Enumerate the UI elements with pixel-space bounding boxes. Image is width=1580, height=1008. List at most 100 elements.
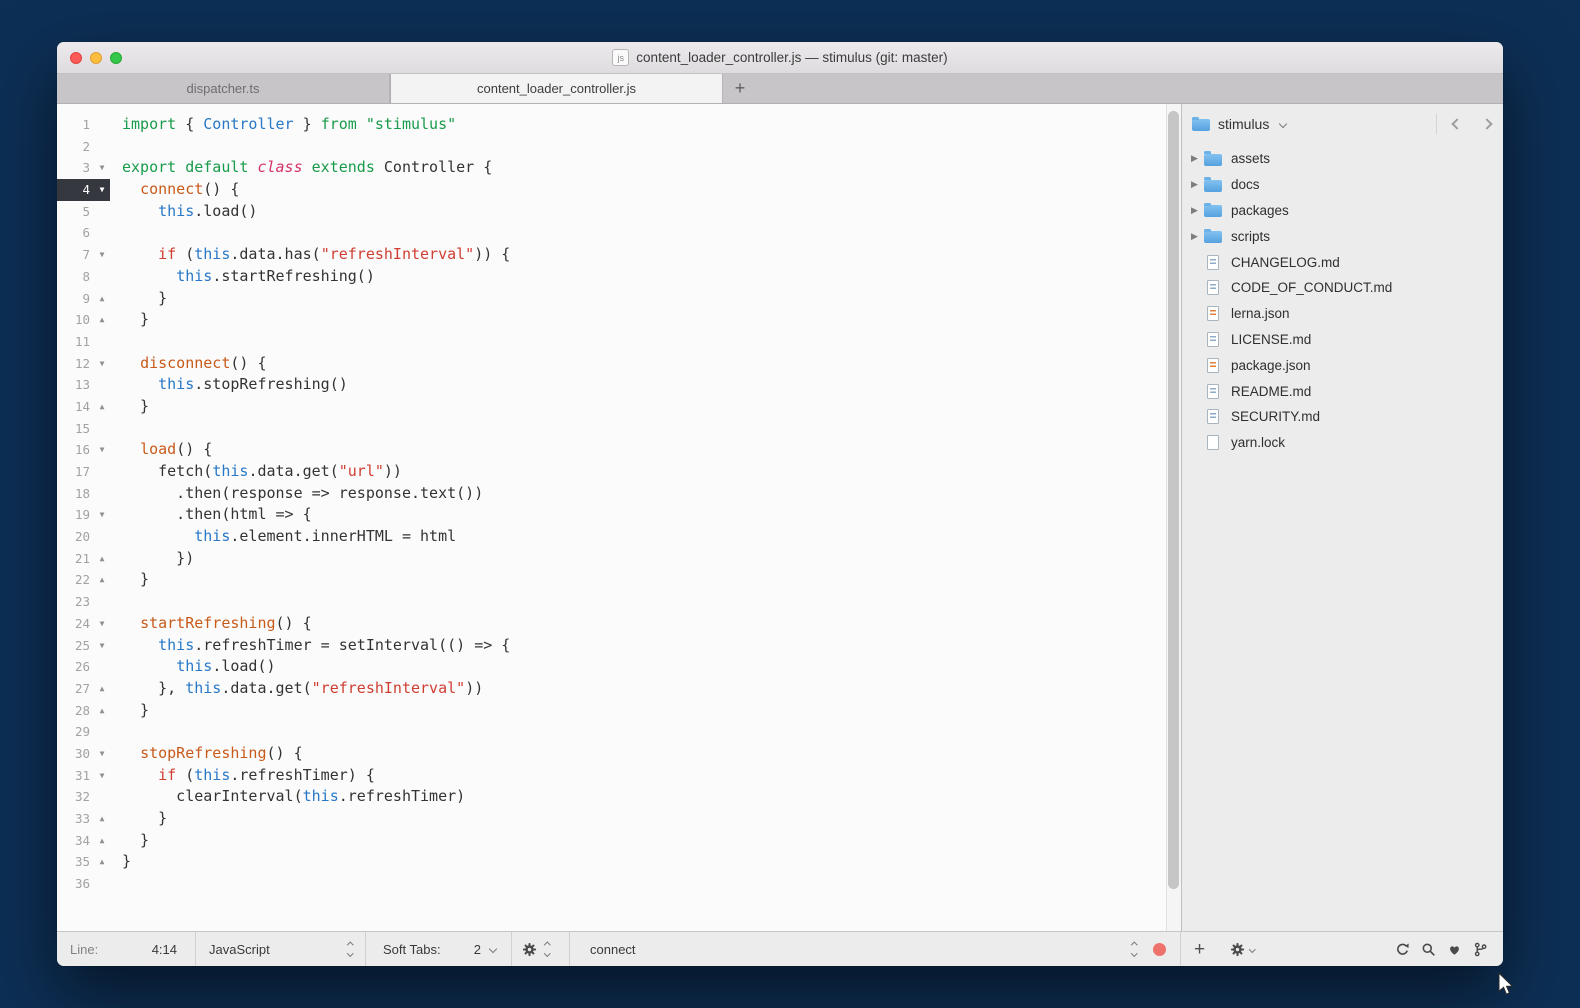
code-line-17[interactable]: 17 fetch(this.data.get("url")) xyxy=(57,461,1181,483)
fold-marker[interactable]: ▼ xyxy=(94,743,110,765)
fold-marker[interactable]: ▼ xyxy=(94,613,110,635)
code-line-5[interactable]: 5 this.load() xyxy=(57,201,1181,223)
fold-marker[interactable]: ▲ xyxy=(94,288,110,310)
language-selector[interactable]: JavaScript xyxy=(196,932,366,966)
record-indicator[interactable] xyxy=(1153,943,1166,956)
code-line-28[interactable]: 28▲ } xyxy=(57,700,1181,722)
tree-item-yarn-lock[interactable]: yarn.lock xyxy=(1182,430,1503,456)
code-line-3[interactable]: 3▼export default class extends Controlle… xyxy=(57,157,1181,179)
code-line-7[interactable]: 7▼ if (this.data.has("refreshInterval"))… xyxy=(57,244,1181,266)
code-line-10[interactable]: 10▲ } xyxy=(57,309,1181,331)
fold-marker[interactable]: ▲ xyxy=(94,678,110,700)
zoom-button[interactable] xyxy=(110,52,122,64)
code-text xyxy=(110,591,122,613)
fold-marker[interactable]: ▼ xyxy=(94,439,110,461)
js-file-icon: js xyxy=(612,49,629,66)
back-button[interactable] xyxy=(1451,118,1462,129)
code-line-19[interactable]: 19▼ .then(html => { xyxy=(57,504,1181,526)
refresh-icon[interactable] xyxy=(1395,942,1410,957)
new-tab-button[interactable]: + xyxy=(723,74,757,103)
code-line-23[interactable]: 23 xyxy=(57,591,1181,613)
code-line-22[interactable]: 22▲ } xyxy=(57,569,1181,591)
code-line-21[interactable]: 21▲ }) xyxy=(57,548,1181,570)
code-line-18[interactable]: 18 .then(response => response.text()) xyxy=(57,483,1181,505)
forward-button[interactable] xyxy=(1481,118,1492,129)
tab-content-loader-controller-js[interactable]: content_loader_controller.js xyxy=(390,74,723,103)
disclosure-triangle[interactable]: ▶ xyxy=(1191,179,1204,190)
fold-marker[interactable]: ▼ xyxy=(94,157,110,179)
sidebar-settings-button[interactable] xyxy=(1230,942,1255,957)
fold-marker[interactable]: ▲ xyxy=(94,548,110,570)
editor-scrollbar-track[interactable] xyxy=(1166,104,1181,931)
tab-dispatcher-ts[interactable]: dispatcher.ts xyxy=(57,74,390,103)
code-line-6[interactable]: 6 xyxy=(57,222,1181,244)
tree-item-docs[interactable]: ▶docs xyxy=(1182,172,1503,198)
disclosure-triangle[interactable]: ▶ xyxy=(1191,153,1204,164)
code-line-33[interactable]: 33▲ } xyxy=(57,808,1181,830)
code-line-36[interactable]: 36 xyxy=(57,873,1181,895)
tree-item-package-json[interactable]: package.json xyxy=(1182,352,1503,378)
fold-marker[interactable]: ▼ xyxy=(94,353,110,375)
code-line-9[interactable]: 9▲ } xyxy=(57,288,1181,310)
grammar-settings-button[interactable] xyxy=(512,932,570,966)
tree-item-scripts[interactable]: ▶scripts xyxy=(1182,223,1503,249)
code-line-12[interactable]: 12▼ disconnect() { xyxy=(57,353,1181,375)
fold-marker[interactable]: ▲ xyxy=(94,309,110,331)
fold-marker[interactable]: ▼ xyxy=(94,765,110,787)
code-line-31[interactable]: 31▼ if (this.refreshTimer) { xyxy=(57,765,1181,787)
code-line-20[interactable]: 20 this.element.innerHTML = html xyxy=(57,526,1181,548)
fold-marker[interactable]: ▲ xyxy=(94,569,110,591)
fold-marker[interactable]: ▲ xyxy=(94,700,110,722)
tab-label: dispatcher.ts xyxy=(187,81,260,96)
code-line-35[interactable]: 35▲} xyxy=(57,851,1181,873)
code-line-30[interactable]: 30▼ stopRefreshing() { xyxy=(57,743,1181,765)
gutter-line-18: 18 xyxy=(57,483,110,505)
code-line-2[interactable]: 2 xyxy=(57,136,1181,158)
tree-item-assets[interactable]: ▶assets xyxy=(1182,146,1503,172)
fold-marker[interactable]: ▼ xyxy=(94,244,110,266)
code-line-1[interactable]: 1import { Controller } from "stimulus" xyxy=(57,114,1181,136)
code-line-34[interactable]: 34▲ } xyxy=(57,830,1181,852)
new-file-button[interactable]: + xyxy=(1194,940,1205,959)
code-line-26[interactable]: 26 this.load() xyxy=(57,656,1181,678)
code-line-24[interactable]: 24▼ startRefreshing() { xyxy=(57,613,1181,635)
editor-scrollbar-thumb[interactable] xyxy=(1168,111,1179,889)
fold-marker[interactable]: ▲ xyxy=(94,830,110,852)
code-line-4[interactable]: 4▼ connect() { xyxy=(57,179,1181,201)
close-button[interactable] xyxy=(70,52,82,64)
code-editor[interactable]: 1import { Controller } from "stimulus"23… xyxy=(57,104,1181,931)
tree-item-changelog-md[interactable]: CHANGELOG.md xyxy=(1182,249,1503,275)
code-line-29[interactable]: 29 xyxy=(57,721,1181,743)
tree-item-code-of-conduct-md[interactable]: CODE_OF_CONDUCT.md xyxy=(1182,275,1503,301)
code-line-32[interactable]: 32 clearInterval(this.refreshTimer) xyxy=(57,786,1181,808)
heart-icon[interactable] xyxy=(1447,942,1462,957)
title-group: js content_loader_controller.js — stimul… xyxy=(612,49,947,66)
code-line-11[interactable]: 11 xyxy=(57,331,1181,353)
code-line-27[interactable]: 27▲ }, this.data.get("refreshInterval")) xyxy=(57,678,1181,700)
fold-marker[interactable]: ▼ xyxy=(94,504,110,526)
tree-item-packages[interactable]: ▶packages xyxy=(1182,198,1503,224)
code-line-8[interactable]: 8 this.startRefreshing() xyxy=(57,266,1181,288)
tree-item-license-md[interactable]: LICENSE.md xyxy=(1182,327,1503,353)
code-line-16[interactable]: 16▼ load() { xyxy=(57,439,1181,461)
tree-item-lerna-json[interactable]: lerna.json xyxy=(1182,301,1503,327)
code-line-25[interactable]: 25▼ this.refreshTimer = setInterval(() =… xyxy=(57,635,1181,657)
tree-item-security-md[interactable]: SECURITY.md xyxy=(1182,404,1503,430)
minimize-button[interactable] xyxy=(90,52,102,64)
tree-item-readme-md[interactable]: README.md xyxy=(1182,378,1503,404)
fold-marker[interactable]: ▼ xyxy=(94,179,110,201)
disclosure-triangle[interactable]: ▶ xyxy=(1191,231,1204,242)
code-line-15[interactable]: 15 xyxy=(57,418,1181,440)
fold-marker[interactable]: ▼ xyxy=(94,635,110,657)
soft-tabs-selector[interactable]: Soft Tabs: 2 xyxy=(366,932,512,966)
project-selector[interactable]: stimulus xyxy=(1192,116,1436,132)
code-line-13[interactable]: 13 this.stopRefreshing() xyxy=(57,374,1181,396)
code-line-14[interactable]: 14▲ } xyxy=(57,396,1181,418)
fold-marker[interactable]: ▲ xyxy=(94,808,110,830)
search-icon[interactable] xyxy=(1421,942,1436,957)
fold-marker[interactable]: ▲ xyxy=(94,396,110,418)
fold-marker[interactable]: ▲ xyxy=(94,851,110,873)
disclosure-triangle[interactable]: ▶ xyxy=(1191,205,1204,216)
git-branch-icon[interactable] xyxy=(1473,942,1488,957)
symbol-stepper[interactable] xyxy=(1132,943,1137,955)
